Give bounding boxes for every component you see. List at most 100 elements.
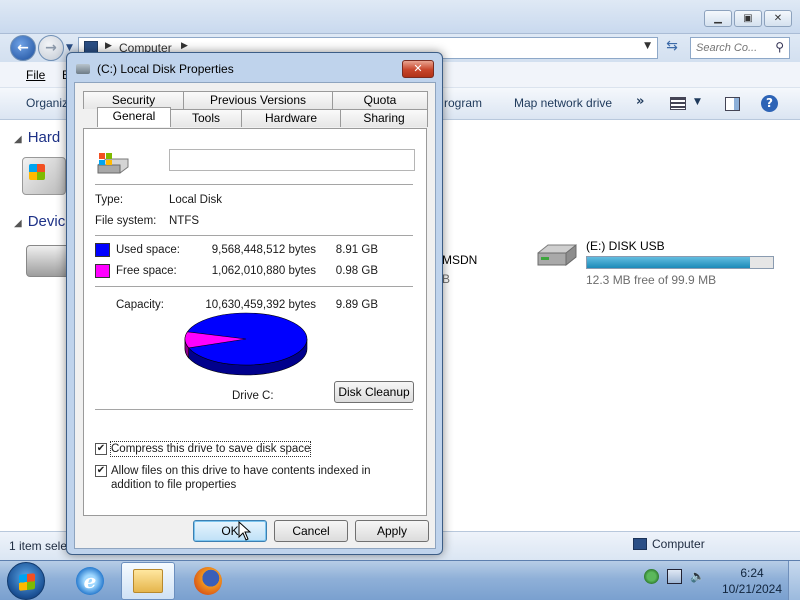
preview-pane-icon[interactable] — [725, 97, 740, 111]
apply-label: Apply — [376, 524, 408, 538]
group-label: Devic — [27, 213, 66, 230]
back-arrow-icon: ← — [17, 40, 29, 56]
firefox-icon — [194, 567, 222, 595]
map-network-drive-button[interactable]: Map network drive — [514, 96, 612, 110]
windows-logo-icon — [19, 573, 35, 591]
show-desktop-button[interactable] — [788, 561, 800, 600]
index-label[interactable]: Allow files on this drive to have conten… — [111, 464, 411, 492]
free-space-bytes: 1,062,010,880 bytes — [211, 265, 316, 277]
drive-name-label: Drive C: — [232, 390, 274, 402]
tab-general[interactable]: General — [97, 107, 171, 127]
view-dropdown-icon[interactable]: ▼ — [694, 97, 701, 107]
usb-drive-icon — [534, 243, 578, 269]
compress-checkbox[interactable]: ✔ — [95, 443, 107, 455]
group-devices[interactable]: ◢ Devic — [14, 213, 65, 230]
address-dropdown-icon[interactable]: ▼ — [644, 41, 651, 51]
tab-hardware[interactable]: Hardware — [241, 109, 341, 127]
search-box[interactable]: ⚲ — [690, 37, 790, 59]
explorer-titlebar: ▁ ▣ ✕ — [0, 0, 800, 34]
search-input[interactable] — [691, 38, 765, 58]
search-icon[interactable]: ⚲ — [775, 40, 784, 54]
security-shield-icon[interactable] — [644, 569, 659, 584]
network-icon[interactable] — [667, 569, 682, 584]
disk-cleanup-label: Disk Cleanup — [338, 385, 410, 399]
usb-drive-name: (E:) DISK USB — [586, 239, 665, 253]
clock-time: 6:24 — [740, 566, 764, 580]
internet-explorer-icon: e — [76, 567, 104, 595]
maximize-button[interactable]: ▣ — [734, 10, 762, 27]
forward-arrow-icon: → — [45, 40, 57, 56]
tab-quota[interactable]: Quota — [332, 91, 428, 109]
taskbar-internet-explorer[interactable]: e — [63, 562, 117, 600]
tab-sharing[interactable]: Sharing — [340, 109, 428, 127]
usb-usage-fill — [587, 257, 751, 268]
refresh-icon[interactable]: ⇆ — [660, 38, 684, 60]
properties-dialog: (C:) Local Disk Properties ✕ Security Pr… — [66, 52, 443, 555]
file-system-value: NTFS — [169, 215, 200, 227]
status-selection-text: 1 item sele — [9, 539, 68, 553]
back-button[interactable]: ← — [10, 35, 36, 61]
local-disk-icon — [96, 151, 130, 177]
dvd-drive-icon[interactable] — [26, 245, 70, 277]
group-hard-disks[interactable]: ◢ Hard — [14, 129, 60, 146]
taskbar-firefox[interactable] — [181, 562, 235, 600]
breadcrumb-separator-icon[interactable]: ▶ — [105, 41, 112, 51]
capacity-gb: 9.89 GB — [335, 299, 378, 311]
divider — [95, 184, 413, 185]
forward-button[interactable]: → — [38, 35, 64, 61]
program-button[interactable]: rogram — [444, 96, 482, 110]
system-clock[interactable]: 6:24 10/21/2024 — [716, 565, 788, 597]
msdn-drive-label[interactable]: MSDN — [442, 253, 477, 267]
local-disk-c-icon[interactable] — [22, 157, 66, 195]
used-space-bytes: 9,568,448,512 bytes — [211, 244, 316, 256]
status-location-text: Computer — [652, 537, 705, 551]
free-space-gb: 0.98 GB — [335, 265, 378, 277]
computer-icon — [633, 538, 647, 550]
compress-label[interactable]: Compress this drive to save disk space — [109, 441, 312, 457]
folder-icon — [133, 569, 163, 593]
general-tab-panel: Type: Local Disk File system: NTFS Used … — [83, 128, 427, 516]
volume-muted-icon[interactable]: 🔈 — [690, 569, 705, 584]
type-value: Local Disk — [169, 194, 223, 206]
collapse-icon[interactable]: ◢ — [14, 218, 22, 229]
taskbar: e 🔈 6:24 10/21/2024 — [0, 560, 800, 600]
help-icon[interactable]: ? — [761, 95, 778, 112]
capacity-label: Capacity: — [116, 299, 164, 311]
type-label: Type: — [95, 194, 124, 206]
more-commands-icon[interactable]: » — [636, 94, 644, 109]
tab-tools[interactable]: Tools — [170, 109, 242, 127]
menu-file[interactable]: File — [26, 68, 45, 82]
dialog-close-button[interactable]: ✕ — [402, 60, 434, 78]
divider — [95, 409, 413, 410]
cancel-label: Cancel — [292, 524, 330, 538]
drive-label-input[interactable] — [169, 149, 415, 171]
disk-cleanup-button[interactable]: Disk Cleanup — [334, 381, 414, 403]
msdn-drive-detail: B — [442, 272, 451, 286]
usb-free-space: 12.3 MB free of 99.9 MB — [586, 273, 717, 287]
collapse-icon[interactable]: ◢ — [14, 134, 22, 145]
taskbar-windows-explorer[interactable] — [121, 562, 175, 600]
apply-button[interactable]: Apply — [355, 520, 429, 542]
ok-label: OK — [221, 524, 239, 538]
breadcrumb-separator-icon[interactable]: ▶ — [181, 41, 188, 51]
used-space-gb: 8.91 GB — [335, 244, 378, 256]
usb-drive-item[interactable]: (E:) DISK USB 12.3 MB free of 99.9 MB — [534, 237, 784, 287]
clock-date: 10/21/2024 — [721, 582, 783, 596]
index-checkbox[interactable]: ✔ — [95, 465, 107, 477]
divider — [95, 286, 413, 287]
start-button[interactable] — [7, 562, 45, 600]
usb-usage-bar — [586, 256, 774, 269]
free-space-swatch — [95, 264, 110, 278]
drive-icon — [76, 64, 90, 74]
system-tray: 🔈 — [644, 569, 705, 584]
minimize-button[interactable]: ▁ — [704, 10, 732, 27]
ok-button[interactable]: OK — [193, 520, 267, 542]
close-button[interactable]: ✕ — [764, 10, 792, 27]
cancel-button[interactable]: Cancel — [274, 520, 348, 542]
change-view-icon[interactable] — [670, 97, 686, 110]
dialog-title: (C:) Local Disk Properties — [97, 62, 234, 76]
organize-button[interactable]: Organiz — [26, 96, 68, 110]
capacity-bytes: 10,630,459,392 bytes — [205, 299, 316, 311]
tab-previous-versions[interactable]: Previous Versions — [183, 91, 333, 109]
used-space-swatch — [95, 243, 110, 257]
